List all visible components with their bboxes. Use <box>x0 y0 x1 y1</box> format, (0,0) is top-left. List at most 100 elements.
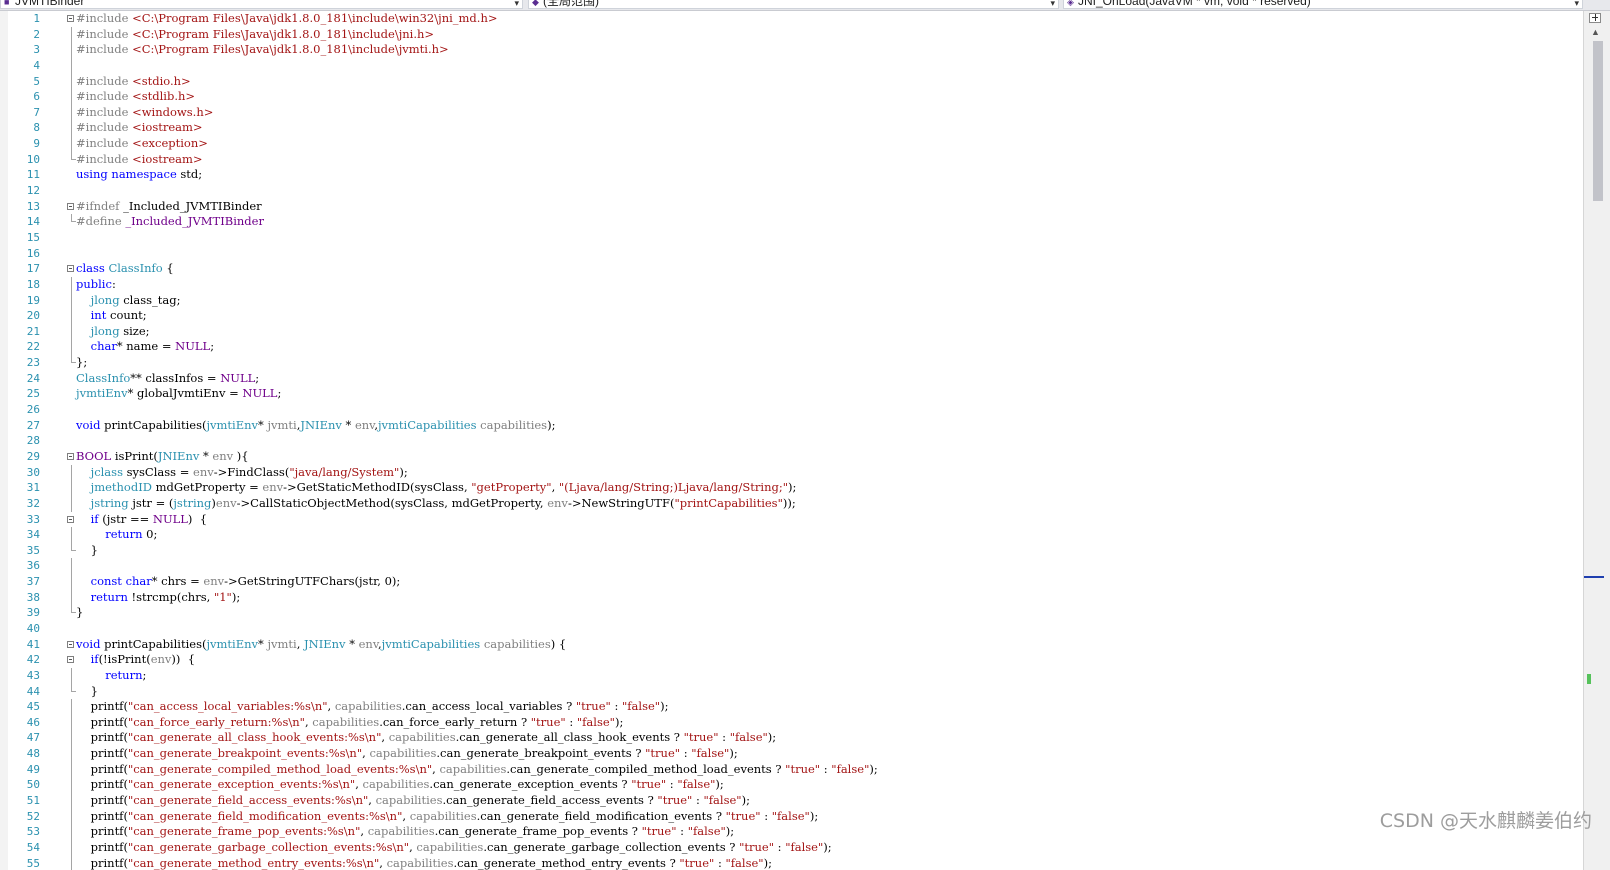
collapse-icon[interactable] <box>67 515 74 523</box>
function-dropdown[interactable]: ◈ JNI_OnLoad(JavaVM * vm, void * reserve… <box>1063 0 1583 9</box>
code-line[interactable]: 51 printf("can_generate_field_access_eve… <box>0 793 1583 809</box>
collapse-icon[interactable] <box>67 452 74 460</box>
code-text[interactable]: #define _Included_JVMTIBinder <box>76 214 264 230</box>
code-line[interactable]: 17 class ClassInfo { <box>0 261 1583 277</box>
collapse-icon[interactable] <box>67 15 74 22</box>
collapse-icon[interactable] <box>67 656 74 664</box>
code-line[interactable]: 15 <box>0 230 1583 246</box>
code-text[interactable]: return 0; <box>76 527 157 543</box>
code-text[interactable]: return; <box>76 668 146 684</box>
code-text[interactable]: printf("can_generate_garbage_collection_… <box>76 840 832 856</box>
code-line[interactable]: 29 BOOL isPrint(JNIEnv * env ){ <box>0 449 1583 465</box>
code-text[interactable]: jlong size; <box>76 324 150 340</box>
code-line[interactable]: 30 jclass sysClass = env->FindClass("jav… <box>0 464 1583 481</box>
scope-dropdown[interactable]: ◆ (全局范围) ▾ <box>528 0 1059 9</box>
code-line[interactable]: 9 #include <exception> <box>0 136 1583 152</box>
code-text[interactable]: printf("can_generate_field_modification_… <box>76 809 819 825</box>
code-text[interactable]: #include <windows.h> <box>76 105 213 121</box>
code-line[interactable]: 46 printf("can_force_early_return:%s\n",… <box>0 714 1583 731</box>
code-line[interactable]: 54 printf("can_generate_garbage_collecti… <box>0 839 1583 856</box>
code-line[interactable]: 35 } <box>0 542 1583 559</box>
code-line[interactable]: 32 jstring jstr = (jstring)env->CallStat… <box>0 495 1583 512</box>
code-line[interactable]: 53 printf("can_generate_frame_pop_events… <box>0 824 1583 840</box>
code-line[interactable]: 27 void printCapabilities(jvmtiEnv * jvmti… <box>0 418 1583 434</box>
code-line[interactable]: 20 int count; <box>0 308 1583 324</box>
code-text[interactable]: void printCapabilities(jvmtiEnv* jvmti,J… <box>76 418 555 434</box>
code-text[interactable]: jmethodID mdGetProperty = env->GetStatic… <box>76 480 797 496</box>
scroll-up-arrow-icon[interactable]: ▲ <box>1591 27 1600 37</box>
code-text[interactable]: #include <stdlib.h> <box>76 89 195 105</box>
code-text[interactable]: if (jstr == NULL) { <box>76 512 207 528</box>
code-line[interactable]: 1 #include <C:\Program Files\Java\jdk1.8.… <box>0 11 1583 27</box>
code-line[interactable]: 40 <box>0 621 1583 637</box>
code-line[interactable]: 4 <box>0 57 1583 74</box>
code-line[interactable]: 55 printf("can_generate_method_entry_eve… <box>0 855 1583 870</box>
code-text[interactable]: jclass sysClass = env->FindClass("java/l… <box>76 465 408 481</box>
code-text[interactable]: printf("can_access_local_variables:%s\n"… <box>76 699 669 715</box>
code-text[interactable]: printf("can_generate_exception_events:%s… <box>76 777 724 793</box>
code-line[interactable]: 42 if(!isPrint(env)) { <box>0 652 1583 668</box>
code-line[interactable]: 25 jvmtiEnv* globalJvmtiEnv = NULL; <box>0 386 1583 402</box>
code-line[interactable]: 31 jmethodID mdGetProperty = env->GetSta… <box>0 480 1583 496</box>
code-text[interactable]: printf("can_generate_compiled_method_loa… <box>76 762 878 778</box>
code-line[interactable]: 8 #include <iostream> <box>0 120 1583 137</box>
code-line[interactable]: 24 ClassInfo** classInfos = NULL; <box>0 371 1583 387</box>
code-text[interactable]: class ClassInfo { <box>76 261 174 277</box>
vertical-scrollbar[interactable]: ▲ <box>1583 11 1610 870</box>
code-line[interactable]: 50 printf("can_generate_exception_events… <box>0 777 1583 794</box>
code-line[interactable]: 2 #include <C:\Program Files\Java\jdk1.8.… <box>0 26 1583 43</box>
code-text[interactable]: int count; <box>76 308 147 324</box>
collapse-icon[interactable] <box>67 202 74 210</box>
code-line[interactable]: 33 if (jstr == NULL) { <box>0 512 1583 528</box>
code-line[interactable]: 10 #include <iostream> <box>0 151 1583 168</box>
code-line[interactable]: 26 <box>0 402 1583 418</box>
code-line[interactable]: 47 printf("can_generate_all_class_hook_e… <box>0 730 1583 747</box>
code-text[interactable]: printf("can_generate_all_class_hook_even… <box>76 730 777 746</box>
code-text[interactable]: using namespace std; <box>76 167 202 183</box>
code-line[interactable]: 43 return; <box>0 667 1583 684</box>
code-line[interactable]: 39} <box>0 605 1583 621</box>
code-text[interactable]: printf("can_generate_breakpoint_events:%… <box>76 746 738 762</box>
code-line[interactable]: 48 printf("can_generate_breakpoint_event… <box>0 746 1583 762</box>
project-dropdown[interactable]: ■ JVMTIBinder ▾ <box>0 0 523 9</box>
code-line[interactable]: 34 return 0; <box>0 527 1583 543</box>
code-text[interactable]: printf("can_generate_method_entry_events… <box>76 856 772 870</box>
code-text[interactable]: BOOL isPrint(JNIEnv * env ){ <box>76 449 249 465</box>
code-text[interactable]: jvmtiEnv* globalJvmtiEnv = NULL; <box>76 386 281 402</box>
code-line[interactable]: 5 #include <stdio.h> <box>0 73 1583 90</box>
code-text[interactable]: jstring jstr = (jstring)env->CallStaticO… <box>76 496 796 512</box>
code-line[interactable]: 49 printf("can_generate_compiled_method_… <box>0 761 1583 778</box>
scrollbar-thumb[interactable] <box>1593 41 1603 201</box>
code-line[interactable]: 3 #include <C:\Program Files\Java\jdk1.8.… <box>0 42 1583 58</box>
code-editor[interactable]: 1 #include <C:\Program Files\Java\jdk1.8.… <box>0 11 1583 870</box>
code-line[interactable]: 12 <box>0 183 1583 199</box>
code-text[interactable]: #include <C:\Program Files\Java\jdk1.8.0… <box>76 11 498 27</box>
code-text[interactable]: void printCapabilities(jvmtiEnv* jvmti, … <box>76 637 566 653</box>
code-text[interactable]: } <box>76 605 83 621</box>
code-text[interactable]: char* name = NULL; <box>76 339 214 355</box>
code-line[interactable]: 21 jlong size; <box>0 323 1583 340</box>
code-text[interactable]: printf("can_force_early_return:%s\n", ca… <box>76 715 624 731</box>
code-text[interactable]: #include <C:\Program Files\Java\jdk1.8.0… <box>76 42 449 58</box>
code-text[interactable]: return !strcmp(chrs, "1"); <box>76 590 241 606</box>
code-line[interactable]: 7 #include <windows.h> <box>0 104 1583 121</box>
code-line[interactable]: 13 #ifndef _Included_JVMTIBinder <box>0 199 1583 215</box>
code-line[interactable]: 37 const char* chrs = env->GetStringUTFC… <box>0 574 1583 590</box>
code-text[interactable]: jlong class_tag; <box>76 293 181 309</box>
code-text[interactable]: #ifndef _Included_JVMTIBinder <box>76 199 262 215</box>
code-line[interactable]: 44 } <box>0 683 1583 700</box>
code-text[interactable]: const char* chrs = env->GetStringUTFChar… <box>76 574 401 590</box>
split-window-icon[interactable] <box>1589 13 1601 23</box>
code-text[interactable]: #include <iostream> <box>76 152 203 168</box>
code-text[interactable]: #include <C:\Program Files\Java\jdk1.8.0… <box>76 27 434 43</box>
code-line[interactable]: 28 <box>0 433 1583 449</box>
code-line[interactable]: 45 printf("can_access_local_variables:%s… <box>0 699 1583 715</box>
collapse-icon[interactable] <box>67 265 74 273</box>
code-line[interactable]: 14 #define _Included_JVMTIBinder <box>0 214 1583 230</box>
code-text[interactable]: } <box>76 543 98 559</box>
code-text[interactable]: ClassInfo** classInfos = NULL; <box>76 371 259 387</box>
collapse-icon[interactable] <box>67 640 74 648</box>
code-line[interactable]: 38 return !strcmp(chrs, "1"); <box>0 589 1583 606</box>
code-text[interactable]: public: <box>76 277 116 293</box>
code-lines[interactable]: 1 #include <C:\Program Files\Java\jdk1.8.… <box>0 11 1583 870</box>
